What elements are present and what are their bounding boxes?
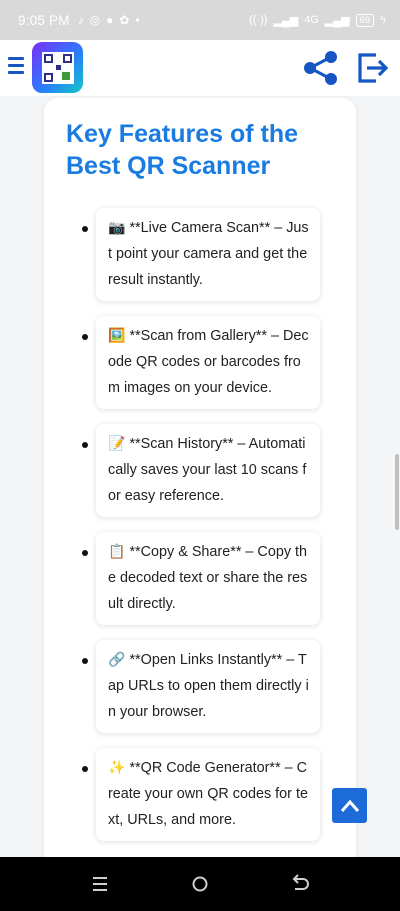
feature-box: ✨ **QR Code Generator** – Create your ow…: [96, 748, 320, 841]
camera-icon: 📷: [108, 219, 126, 235]
feature-box: 📷 **Live Camera Scan** – Just point your…: [96, 208, 320, 301]
qr-code-icon: [41, 51, 74, 84]
bullet: [82, 334, 88, 340]
hotspot-icon: ((·)): [249, 14, 268, 26]
status-time: 9:05 PM: [18, 12, 70, 28]
qr-code-logo[interactable]: [32, 42, 83, 93]
feature-item-generator: ✨ **QR Code Generator** – Create your ow…: [82, 748, 320, 841]
app-icon: ✿: [119, 13, 130, 27]
picture-icon: 🖼️: [108, 327, 126, 343]
recent-apps-icon[interactable]: [86, 870, 114, 898]
charging-icon: ϟ: [380, 14, 386, 26]
feature-text: **Scan History** – Automatically saves y…: [108, 436, 307, 504]
tiktok-icon: ♪: [77, 13, 84, 27]
feature-text: **Scan from Gallery** – Decode QR codes …: [108, 328, 309, 396]
feature-item-copy-share: 📋 **Copy & Share** – Copy the decoded te…: [82, 532, 320, 625]
home-icon[interactable]: [186, 870, 214, 898]
bullet: [82, 442, 88, 448]
features-card: Key Features of the Best QR Scanner 📷 **…: [44, 98, 356, 898]
hamburger-icon[interactable]: [8, 57, 24, 77]
feature-text: **Live Camera Scan** – Just point your c…: [108, 220, 309, 288]
bullet: [82, 766, 88, 772]
feature-box: 🔗 **Open Links Instantly** – Tap URLs to…: [96, 640, 320, 733]
exit-icon[interactable]: [356, 51, 390, 85]
battery-icon: 69: [355, 13, 375, 27]
signal-icon-2: ▂▄▆: [324, 14, 350, 27]
memo-icon: 📝: [108, 435, 126, 451]
system-nav-bar: [0, 857, 400, 911]
bullet: [82, 226, 88, 232]
chat-icon: ●: [106, 13, 114, 27]
bullet: [82, 658, 88, 664]
feature-text: **Open Links Instantly** – Tap URLs to o…: [108, 652, 309, 720]
sparkles-icon: ✨: [108, 759, 126, 775]
scroll-top-button[interactable]: [332, 788, 367, 823]
card-title: Key Features of the Best QR Scanner: [66, 120, 299, 180]
feature-box: 🖼️ **Scan from Gallery** – Decode QR cod…: [96, 316, 320, 409]
signal-icon: ▂▄▆: [273, 14, 299, 27]
chevron-up-icon: [340, 799, 359, 812]
bullet: [82, 550, 88, 556]
feature-text: **Copy & Share** – Copy the decoded text…: [108, 544, 308, 612]
feature-item-history: 📝 **Scan History** – Automatically saves…: [82, 424, 320, 517]
dot-icon: •: [135, 13, 140, 27]
status-bar: 9:05 PM ♪ ◎ ● ✿ • ((·)) ▂▄▆ 4G ▂▄▆ 69 ϟ: [0, 0, 400, 40]
link-icon: 🔗: [108, 651, 126, 667]
feature-item-live-camera: 📷 **Live Camera Scan** – Just point your…: [82, 208, 320, 301]
back-icon[interactable]: [286, 870, 314, 898]
feature-box: 📝 **Scan History** – Automatically saves…: [96, 424, 320, 517]
feature-item-gallery: 🖼️ **Scan from Gallery** – Decode QR cod…: [82, 316, 320, 409]
feature-text: **QR Code Generator** – Create your own …: [108, 760, 308, 828]
whatsapp-icon: ◎: [89, 13, 101, 27]
share-icon[interactable]: [302, 50, 340, 86]
system-status: ((·)) ▂▄▆ 4G ▂▄▆ 69 ϟ: [249, 13, 386, 27]
app-header: [0, 40, 400, 96]
clipboard-icon: 📋: [108, 543, 126, 559]
notification-icons: ♪ ◎ ● ✿ •: [78, 13, 140, 27]
scrollbar-thumb[interactable]: [395, 454, 399, 530]
network-type: 4G: [304, 14, 319, 26]
feature-box: 📋 **Copy & Share** – Copy the decoded te…: [96, 532, 320, 625]
feature-item-open-links: 🔗 **Open Links Instantly** – Tap URLs to…: [82, 640, 320, 733]
